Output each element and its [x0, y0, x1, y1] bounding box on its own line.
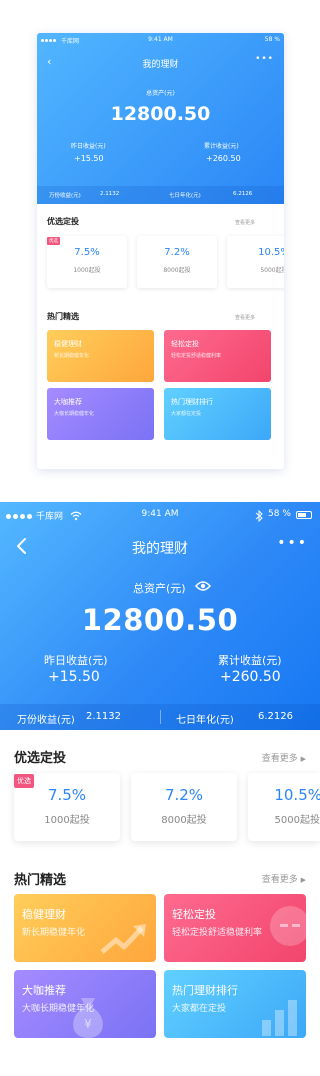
- featured-card[interactable]: 7.2% 8000起投: [131, 773, 237, 841]
- hot-tile-expert[interactable]: 大咖推荐 大咖长期稳健年化 ¥: [14, 970, 156, 1038]
- tile-desc: 大家都在定投: [172, 1004, 227, 1014]
- mini-hot-title: 热门精选: [47, 312, 79, 321]
- mini-battery: 58 %: [264, 36, 280, 43]
- seven-day-value: 6.2126: [258, 711, 293, 722]
- see-more-label: 查看更多: [261, 754, 298, 764]
- bar-chart-icon: [262, 1000, 297, 1036]
- mini-tile-title: 稳健理财: [54, 340, 82, 348]
- mini-card-rate: 7.2%: [164, 247, 190, 258]
- hot-section-title: 热门精选: [14, 873, 67, 888]
- mini-card-min: 5000起投: [260, 267, 284, 274]
- mini-tile-desc: 大咖长期稳健年化: [54, 411, 95, 417]
- hot-tile-steady[interactable]: 稳健理财 新长期稳健年化: [14, 894, 156, 962]
- mini-hot-tile[interactable]: 稳健理财 新长期稳健年化: [47, 330, 154, 382]
- status-bar: 千库网 9:41 AM 58 %: [0, 508, 320, 524]
- trend-up-icon: [100, 924, 146, 954]
- chevron-right-icon: ▶: [300, 755, 306, 763]
- mini-tile-desc: 轻松定投舒适稳健利率: [171, 353, 222, 359]
- tile-title: 轻松定投: [172, 908, 216, 921]
- featured-tag: 优选: [14, 774, 34, 788]
- yield-row: 万份收益(元) 2.1132 七日年化(元) 6.2126: [0, 704, 320, 730]
- battery-icon: [296, 511, 312, 519]
- detail-view: 千库网 9:41 AM 58 % 我的理财 ••• 总资产(元) 12800.5…: [0, 502, 320, 1076]
- total-assets-label: 总资产(元): [133, 582, 186, 595]
- mini-featured-see-more[interactable]: 查看更多: [235, 219, 255, 226]
- yesterday-earnings-value: +15.50: [48, 669, 100, 685]
- mini-wanfen-label: 万份收益(元): [49, 193, 81, 199]
- mini-featured-title: 优选定投: [47, 217, 79, 226]
- mini-hot-see-more[interactable]: 查看更多: [235, 314, 255, 321]
- more-dots-icon[interactable]: •••: [277, 535, 308, 551]
- mini-hot-tile[interactable]: 轻松定投 轻松定投舒适稳健利率: [164, 330, 271, 382]
- mini-total-value: 12800.50: [110, 103, 211, 125]
- mini-tile-desc: 新长期稳健年化: [54, 353, 90, 359]
- card-rate: 7.5%: [47, 786, 87, 804]
- eye-icon[interactable]: [195, 580, 211, 592]
- wanfen-value: 2.1132: [86, 711, 121, 722]
- mini-cumulative-value: +260.50: [206, 154, 241, 163]
- face-bubble-icon: [270, 906, 306, 946]
- battery-percent: 58 %: [268, 509, 291, 519]
- hot-tile-ranking[interactable]: 热门理财排行 大家都在定投: [164, 970, 306, 1038]
- card-min-invest: 8000起投: [161, 815, 207, 826]
- svg-text:¥: ¥: [84, 1017, 92, 1031]
- featured-card[interactable]: 10.5% 5000起投: [248, 773, 320, 841]
- mini-yield-row: 万份收益(元) 2.1132 七日年化(元) 6.2126: [37, 186, 284, 204]
- featured-section-title: 优选定投: [14, 751, 67, 766]
- tile-desc: 轻松定投舒适稳健利率: [172, 928, 263, 938]
- card-min-invest: 1000起投: [44, 815, 90, 826]
- mini-yesterday-label: 昨日收益(元): [71, 143, 106, 150]
- card-rate: 10.5%: [274, 786, 320, 804]
- money-bag-icon: ¥: [73, 998, 103, 1038]
- mini-card-min: 8000起投: [163, 267, 191, 274]
- mini-tile-title: 轻松定投: [171, 340, 199, 348]
- chevron-right-icon: ▶: [300, 876, 306, 884]
- yesterday-earnings-label: 昨日收益(元): [44, 654, 108, 667]
- cumulative-earnings-label: 累计收益(元): [218, 654, 282, 667]
- mini-hot-tile[interactable]: 大咖推荐 大咖长期稳健年化: [47, 388, 154, 440]
- total-assets-value: 12800.50: [81, 603, 239, 637]
- tile-title: 稳健理财: [22, 908, 66, 921]
- cumulative-earnings-value: +260.50: [220, 669, 281, 685]
- mini-wanfen-value: 2.1132: [100, 191, 120, 197]
- tile-title: 大咖推荐: [22, 984, 66, 997]
- page-title: 我的理财: [132, 541, 188, 557]
- see-more-label: 查看更多: [261, 875, 298, 885]
- mini-preview: 千库网 9:41 AM 58 % ‹ 我的理财 ••• 总资产(元) 12800…: [0, 0, 320, 502]
- wanfen-label: 万份收益(元): [17, 715, 75, 726]
- mini-seven-day-value: 6.2126: [233, 191, 253, 197]
- mini-card-min: 1000起投: [73, 267, 101, 274]
- mini-page-title: 我的理财: [142, 60, 179, 70]
- mini-tile-title: 热门理财排行: [171, 398, 213, 406]
- mini-card-rate: 7.5%: [74, 247, 100, 258]
- mini-card-rate: 10.5%: [258, 247, 284, 258]
- mini-tile-desc: 大家都在定投: [171, 411, 202, 417]
- mini-seven-day-label: 七日年化(元): [169, 193, 201, 199]
- yield-divider: [160, 710, 161, 724]
- tile-title: 热门理财排行: [172, 984, 238, 997]
- mini-total-label: 总资产(元): [146, 90, 175, 97]
- mini-time: 9:41 AM: [148, 36, 173, 43]
- mini-cumulative-label: 累计收益(元): [204, 143, 239, 150]
- mini-featured-tag: 优选: [47, 237, 60, 245]
- bluetooth-icon: [255, 510, 263, 522]
- mini-featured-card[interactable]: 10.5% 5000起投: [227, 236, 284, 288]
- more-dots-icon[interactable]: •••: [255, 54, 274, 64]
- mini-phone-frame: 千库网 9:41 AM 58 % ‹ 我的理财 ••• 总资产(元) 12800…: [37, 33, 284, 469]
- seven-day-label: 七日年化(元): [176, 715, 234, 726]
- mini-featured-card[interactable]: 7.2% 8000起投: [137, 236, 217, 288]
- featured-see-more-link[interactable]: 查看更多 ▶: [262, 751, 306, 764]
- mini-yesterday-value: +15.50: [74, 154, 104, 163]
- hot-see-more-link[interactable]: 查看更多 ▶: [262, 872, 306, 885]
- tile-desc: 新长期稳健年化: [22, 928, 86, 938]
- card-rate: 7.2%: [164, 786, 204, 804]
- mini-status-bar: 千库网 9:41 AM 58 %: [41, 36, 280, 46]
- card-min-invest: 5000起投: [274, 815, 320, 826]
- hot-tile-easy[interactable]: 轻松定投 轻松定投舒适稳健利率: [164, 894, 306, 962]
- mini-hot-tile[interactable]: 热门理财排行 大家都在定投: [164, 388, 271, 440]
- mini-tile-title: 大咖推荐: [54, 398, 82, 406]
